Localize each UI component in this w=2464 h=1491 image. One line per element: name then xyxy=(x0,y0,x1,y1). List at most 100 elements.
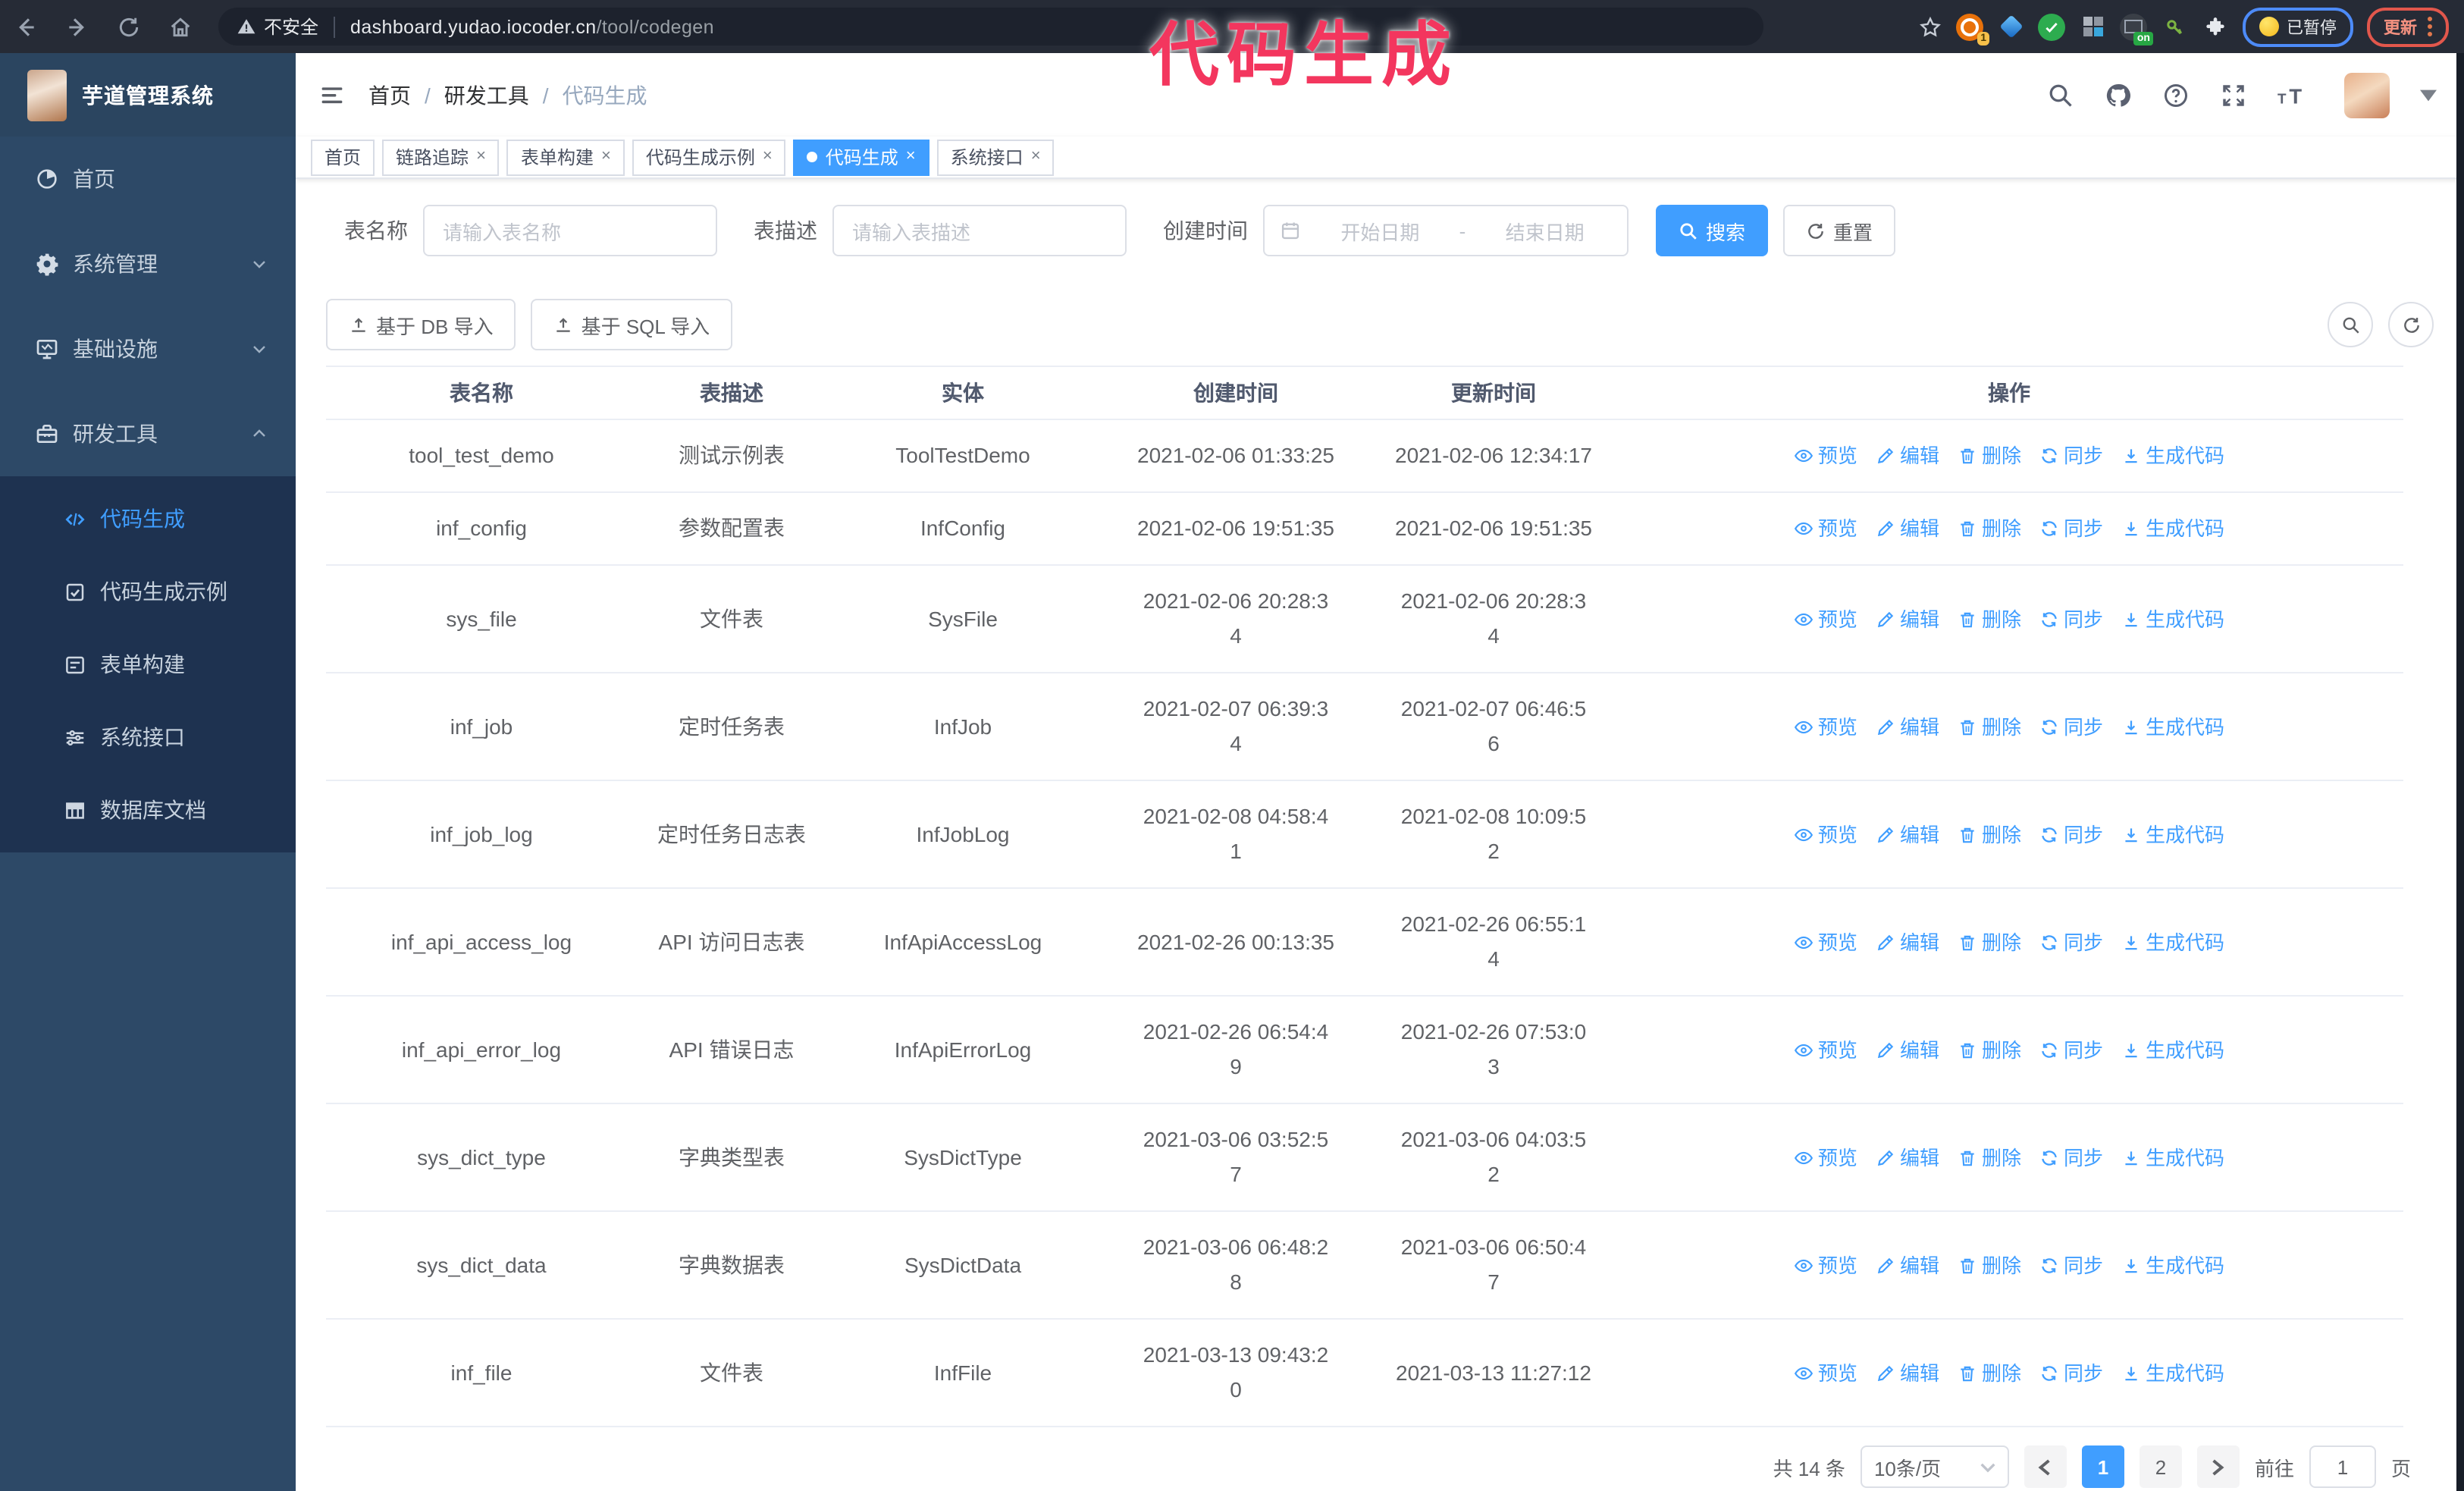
sync-link[interactable]: 同步 xyxy=(2039,1355,2103,1390)
next-page-button[interactable] xyxy=(2196,1445,2240,1488)
close-icon[interactable]: × xyxy=(763,148,773,165)
browser-update-button[interactable]: 更新 xyxy=(2367,7,2449,46)
extension-icon[interactable] xyxy=(2161,13,2188,40)
preview-link[interactable]: 预览 xyxy=(1794,1248,1857,1282)
edit-link[interactable]: 编辑 xyxy=(1876,601,1939,636)
browser-home-icon[interactable] xyxy=(155,7,206,46)
reset-button[interactable]: 重置 xyxy=(1783,205,1896,256)
import-db-button[interactable]: 基于 DB 导入 xyxy=(326,299,516,350)
bookmark-star-icon[interactable] xyxy=(1918,14,1942,39)
fullscreen-icon[interactable] xyxy=(2220,81,2247,108)
preview-link[interactable]: 预览 xyxy=(1794,1355,1857,1390)
sync-link[interactable]: 同步 xyxy=(2039,601,2103,636)
search-button[interactable]: 搜索 xyxy=(1656,205,1769,256)
preview-link[interactable]: 预览 xyxy=(1794,601,1857,636)
delete-link[interactable]: 删除 xyxy=(1958,601,2021,636)
edit-link[interactable]: 编辑 xyxy=(1876,1355,1939,1390)
delete-link[interactable]: 删除 xyxy=(1958,511,2021,546)
sidebar-item-form-builder[interactable]: 表单构建 xyxy=(0,628,296,701)
tab-codegen-example[interactable]: 代码生成示例 × xyxy=(632,139,786,175)
sync-link[interactable]: 同步 xyxy=(2039,1140,2103,1175)
generate-code-link[interactable]: 生成代码 xyxy=(2121,601,2224,636)
delete-link[interactable]: 删除 xyxy=(1958,1248,2021,1282)
delete-link[interactable]: 删除 xyxy=(1958,1032,2021,1067)
sidebar-item-home[interactable]: 首页 xyxy=(0,137,296,221)
sidebar-item-system-api[interactable]: 系统接口 xyxy=(0,701,296,774)
preview-link[interactable]: 预览 xyxy=(1794,709,1857,744)
generate-code-link[interactable]: 生成代码 xyxy=(2121,1355,2224,1390)
preview-link[interactable]: 预览 xyxy=(1794,438,1857,473)
extension-icon[interactable] xyxy=(1997,13,2024,40)
delete-link[interactable]: 删除 xyxy=(1958,438,2021,473)
browser-reload-icon[interactable] xyxy=(103,7,155,46)
github-icon[interactable] xyxy=(2105,81,2132,108)
font-size-icon[interactable]: TT xyxy=(2277,81,2314,108)
toggle-search-button[interactable] xyxy=(2328,302,2373,347)
sidebar-toggle-icon[interactable] xyxy=(296,83,368,107)
close-icon[interactable]: × xyxy=(601,148,611,165)
delete-link[interactable]: 删除 xyxy=(1958,1140,2021,1175)
prev-page-button[interactable] xyxy=(2024,1445,2067,1488)
profile-paused-badge[interactable]: 已暂停 xyxy=(2243,7,2353,46)
browser-menu-icon[interactable] xyxy=(2428,17,2432,36)
edit-link[interactable]: 编辑 xyxy=(1876,924,1939,959)
search-icon[interactable] xyxy=(2047,81,2074,108)
generate-code-link[interactable]: 生成代码 xyxy=(2121,438,2224,473)
delete-link[interactable]: 删除 xyxy=(1958,709,2021,744)
generate-code-link[interactable]: 生成代码 xyxy=(2121,709,2224,744)
edit-link[interactable]: 编辑 xyxy=(1876,438,1939,473)
edit-link[interactable]: 编辑 xyxy=(1876,817,1939,852)
breadcrumb-home[interactable]: 首页 xyxy=(368,80,411,110)
generate-code-link[interactable]: 生成代码 xyxy=(2121,511,2224,546)
sync-link[interactable]: 同步 xyxy=(2039,1032,2103,1067)
generate-code-link[interactable]: 生成代码 xyxy=(2121,1140,2224,1175)
close-icon[interactable]: × xyxy=(906,148,916,165)
refresh-table-button[interactable] xyxy=(2388,302,2434,347)
sidebar-item-infra[interactable]: 基础设施 xyxy=(0,306,296,391)
extension-icon[interactable] xyxy=(2079,13,2106,40)
date-range-input[interactable]: 开始日期 - 结束日期 xyxy=(1263,205,1629,256)
edit-link[interactable]: 编辑 xyxy=(1876,511,1939,546)
edit-link[interactable]: 编辑 xyxy=(1876,1248,1939,1282)
preview-link[interactable]: 预览 xyxy=(1794,1140,1857,1175)
import-sql-button[interactable]: 基于 SQL 导入 xyxy=(531,299,733,350)
page-button-2[interactable]: 2 xyxy=(2139,1445,2182,1488)
tab-home[interactable]: 首页 xyxy=(311,139,375,175)
window-scrollbar[interactable] xyxy=(2456,53,2464,1491)
extension-icon[interactable] xyxy=(2038,13,2065,40)
app-logo[interactable]: 芋道管理系统 xyxy=(0,53,296,137)
sync-link[interactable]: 同步 xyxy=(2039,438,2103,473)
sidebar-item-codegen[interactable]: 代码生成 xyxy=(0,482,296,555)
generate-code-link[interactable]: 生成代码 xyxy=(2121,1248,2224,1282)
generate-code-link[interactable]: 生成代码 xyxy=(2121,1032,2224,1067)
user-menu-caret-icon[interactable] xyxy=(2420,89,2437,101)
sync-link[interactable]: 同步 xyxy=(2039,511,2103,546)
preview-link[interactable]: 预览 xyxy=(1794,924,1857,959)
address-bar[interactable]: 不安全 dashboard.yudao.iocoder.cn/tool/code… xyxy=(218,8,1763,46)
user-avatar[interactable] xyxy=(2344,72,2390,118)
delete-link[interactable]: 删除 xyxy=(1958,924,2021,959)
table-name-input[interactable]: 请输入表名称 xyxy=(423,205,717,256)
sidebar-item-devtools[interactable]: 研发工具 xyxy=(0,391,296,476)
browser-forward-icon[interactable] xyxy=(52,7,103,46)
extension-icon[interactable]: 1 xyxy=(1956,13,1989,45)
page-button-1[interactable]: 1 xyxy=(2081,1445,2124,1488)
sidebar-item-system[interactable]: 系统管理 xyxy=(0,221,296,306)
security-indicator[interactable]: 不安全 xyxy=(237,14,318,39)
delete-link[interactable]: 删除 xyxy=(1958,1355,2021,1390)
tab-form-builder[interactable]: 表单构建 × xyxy=(506,139,625,175)
close-icon[interactable]: × xyxy=(476,148,486,165)
preview-link[interactable]: 预览 xyxy=(1794,511,1857,546)
edit-link[interactable]: 编辑 xyxy=(1876,709,1939,744)
preview-link[interactable]: 预览 xyxy=(1794,817,1857,852)
tab-codegen[interactable]: 代码生成 × xyxy=(793,139,929,175)
edit-link[interactable]: 编辑 xyxy=(1876,1032,1939,1067)
tab-system-api[interactable]: 系统接口 × xyxy=(936,139,1055,175)
browser-back-icon[interactable] xyxy=(0,7,52,46)
delete-link[interactable]: 删除 xyxy=(1958,817,2021,852)
preview-link[interactable]: 预览 xyxy=(1794,1032,1857,1067)
help-icon[interactable] xyxy=(2162,81,2190,108)
breadcrumb-group[interactable]: 研发工具 xyxy=(444,80,529,110)
extension-icon[interactable]: on xyxy=(2120,13,2153,45)
sync-link[interactable]: 同步 xyxy=(2039,817,2103,852)
